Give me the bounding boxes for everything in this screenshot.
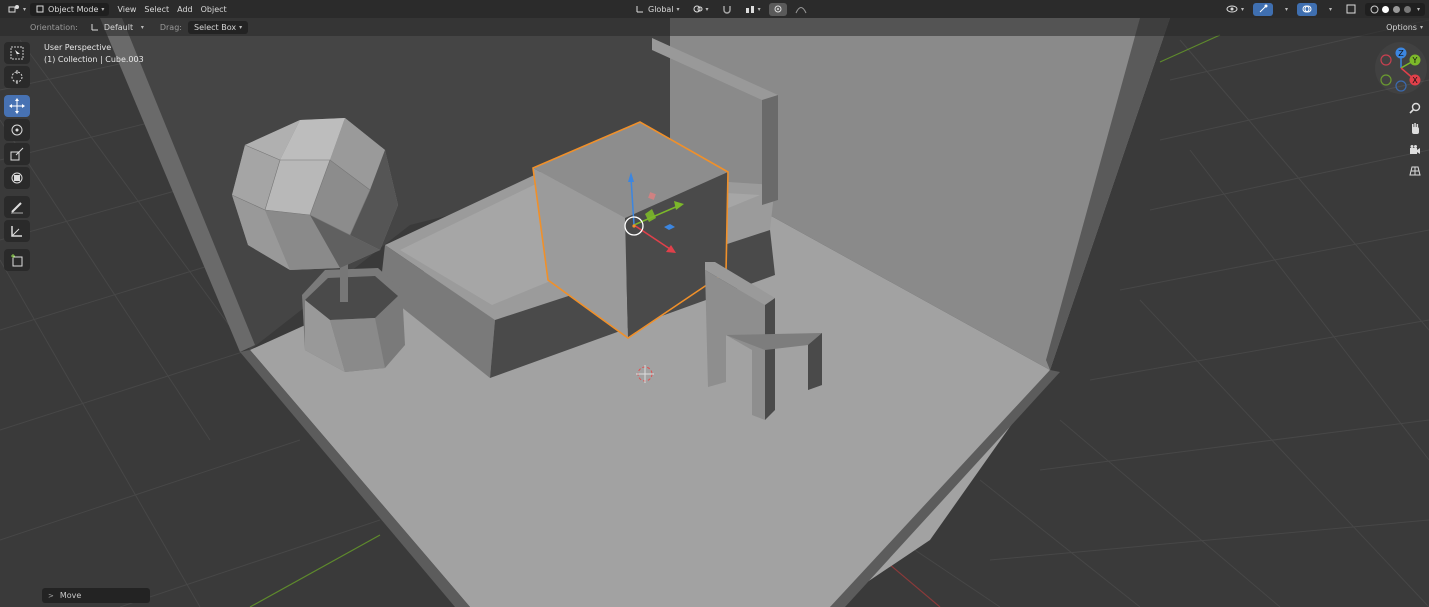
cursor-tool[interactable]	[4, 66, 30, 88]
perspective-toggle-button[interactable]	[1405, 161, 1425, 181]
shading-mode-group[interactable]: ▾	[1364, 2, 1425, 16]
snap-target-dropdown[interactable]: ▾	[740, 3, 766, 16]
options-dropdown[interactable]: Options ▾	[1382, 20, 1427, 34]
menu-add[interactable]: Add	[173, 0, 197, 18]
material-shading-icon[interactable]	[1392, 5, 1401, 14]
xray-toggle[interactable]	[1341, 3, 1361, 16]
scene-render[interactable]	[0, 0, 1429, 607]
viewport-header: ▾ Object Mode ▾ View Select Add Object G…	[0, 0, 1429, 18]
viewport-info: User Perspective (1) Collection | Cube.0…	[44, 42, 144, 66]
drag-dropdown[interactable]: Select Box ▾	[187, 20, 249, 34]
select-box-tool[interactable]	[4, 42, 30, 64]
solid-shading-icon[interactable]	[1381, 5, 1390, 14]
snap-toggle[interactable]	[717, 3, 737, 16]
proportional-edit-toggle[interactable]	[768, 2, 787, 16]
pivot-point-dropdown[interactable]: ▾	[688, 3, 714, 16]
overlays-toggle[interactable]	[1296, 2, 1317, 16]
object-mode-icon	[36, 5, 44, 13]
plant-sphere	[231, 118, 398, 270]
navigation-gizmo[interactable]: Z Y X	[1373, 40, 1429, 96]
z-axis-label: Z	[1398, 49, 1404, 58]
3d-viewport[interactable]	[0, 0, 1429, 607]
rotate-icon	[11, 124, 23, 136]
xray-icon	[1346, 4, 1356, 14]
transform-orientation-dropdown[interactable]: Global ▾	[630, 3, 685, 16]
annotate-pencil-icon	[11, 202, 23, 214]
move-icon	[9, 98, 25, 114]
gizmo-toggle[interactable]	[1252, 2, 1273, 16]
visibility-dropdown[interactable]: ▾	[1221, 3, 1249, 16]
magnet-icon	[722, 6, 731, 14]
rendered-shading-icon[interactable]	[1403, 5, 1412, 14]
tool-settings-bar: Orientation: Default ▾ Drag: Select Box …	[0, 18, 1429, 36]
pan-button[interactable]	[1405, 119, 1425, 139]
hand-icon	[1412, 123, 1419, 134]
zoom-magnifier-icon	[1409, 102, 1421, 114]
transform-icon	[11, 172, 23, 184]
drag-field-label: Drag:	[159, 22, 182, 32]
scale-icon	[10, 147, 24, 161]
y-axis-label: Y	[1412, 56, 1418, 65]
transform-tool[interactable]	[4, 167, 30, 189]
move-tool[interactable]	[4, 95, 30, 117]
view-name: User Perspective	[44, 43, 112, 52]
tool-shelf	[4, 42, 32, 273]
cursor-icon	[11, 70, 23, 84]
orientation-field-label: Orientation:	[30, 22, 78, 32]
grid-perspective-icon	[1409, 166, 1421, 176]
measure-ruler-icon	[11, 226, 22, 237]
annotate-tool[interactable]	[4, 196, 30, 218]
gizmo-dropdown[interactable]: ▾	[1277, 3, 1293, 16]
expand-arrow-icon: >	[48, 591, 54, 600]
camera-view-button[interactable]	[1405, 140, 1425, 160]
rotate-tool[interactable]	[4, 119, 30, 141]
camera-icon	[1410, 145, 1420, 154]
gizmo-icon	[1259, 4, 1268, 13]
falloff-curve-icon	[795, 7, 807, 14]
menu-object[interactable]: Object	[197, 0, 231, 18]
measure-tool[interactable]	[4, 220, 30, 242]
orientation-axes-icon	[636, 6, 643, 13]
collection-info: (1) Collection | Cube.003	[44, 55, 144, 64]
zoom-button[interactable]	[1405, 98, 1425, 118]
proportional-edit-icon	[774, 5, 782, 13]
wireframe-shading-icon[interactable]	[1370, 5, 1379, 14]
falloff-dropdown[interactable]	[790, 3, 812, 16]
last-operator-panel[interactable]: > Move	[42, 588, 150, 603]
pivot-icon	[693, 5, 703, 13]
overlays-dropdown[interactable]: ▾	[1321, 3, 1337, 16]
orientation-dropdown[interactable]: Default ▾	[84, 21, 150, 34]
add-cube-tool[interactable]	[4, 249, 30, 271]
editor-type-button[interactable]: ▾	[4, 0, 30, 18]
orientation-label: Global	[648, 4, 674, 14]
menu-view[interactable]: View	[113, 0, 140, 18]
select-box-icon	[10, 46, 24, 60]
eye-icon	[1226, 5, 1238, 13]
add-cube-icon	[11, 254, 23, 267]
default-orientation-icon	[91, 24, 98, 31]
navigation-buttons	[1405, 98, 1425, 182]
scale-tool[interactable]	[4, 143, 30, 165]
menu-select[interactable]: Select	[140, 0, 173, 18]
overlays-icon	[1302, 5, 1312, 13]
snap-increment-icon	[745, 6, 754, 13]
last-operator-label: Move	[59, 591, 82, 600]
options-label: Options	[1386, 22, 1417, 32]
drag-value: Select Box	[193, 22, 237, 32]
orientation-value: Default	[103, 22, 134, 32]
mode-label: Object Mode	[48, 4, 99, 14]
editor-type-icon	[8, 5, 19, 13]
x-axis-label: X	[1412, 76, 1418, 85]
mode-dropdown[interactable]: Object Mode ▾	[30, 2, 110, 16]
